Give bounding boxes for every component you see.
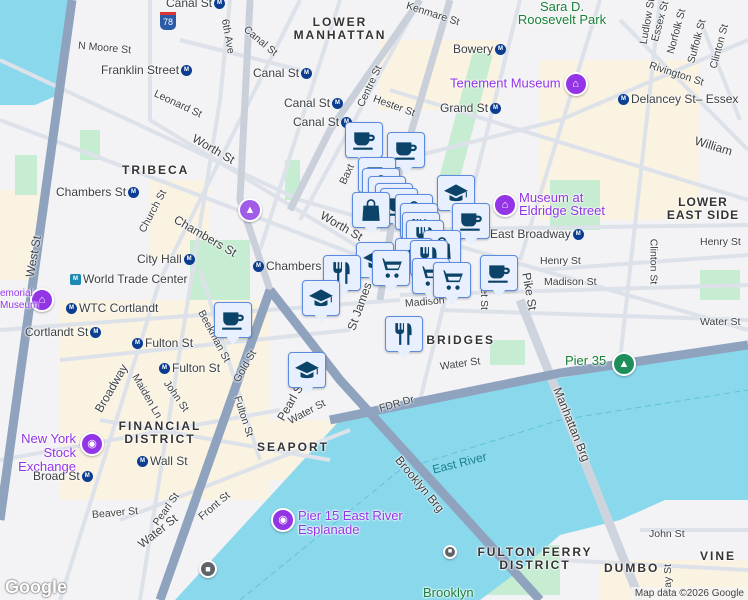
street-label: Water St [700,316,741,328]
subway-icon[interactable]: M [90,327,102,339]
subway-icon[interactable]: M [332,98,344,110]
subway-icon[interactable]: M [214,0,226,10]
district-label: DUMBO [604,561,660,575]
street-label: Madison St [544,276,597,288]
street-label: Canal St M [166,0,227,10]
google-logo: Google [5,577,67,597]
station-label: M World Trade Center [68,273,188,286]
map-marker-shopping-cart[interactable] [372,250,410,293]
district-label: FULTON FERRY DISTRICT [477,545,593,572]
poi-label[interactable]: Tenement Museum ⌂ [450,72,588,96]
station-label: Canal StM [284,97,345,110]
ferry-icon[interactable]: ■ [199,560,217,578]
poi-camera-icon[interactable]: ◉ [80,432,104,456]
district-label: LOWER MANHATTAN [293,15,387,42]
coffee-cup-icon [393,137,419,163]
subway-icon[interactable]: M [495,44,507,56]
map-attribution[interactable]: Map data ©2026 Google [630,587,748,600]
map-marker-graduation-cap[interactable] [302,280,340,323]
shopping-bag-icon [358,197,384,223]
map-marker-cutlery[interactable] [385,316,423,359]
coffee-cup-icon [220,307,246,333]
street-label: Clinton St [647,238,660,285]
map-marker-shopping-bag[interactable] [352,192,390,235]
map-marker-coffee-cup[interactable] [345,122,383,165]
coffee-cup-icon [351,127,377,153]
street-label: Henry St [540,255,581,267]
subway-icon[interactable]: M [128,187,140,199]
graduation-cap-icon [294,357,320,383]
district-label: LOWER EAST SIDE [666,195,740,222]
street-label: John St [649,528,685,540]
subway-icon[interactable]: M [137,456,148,468]
subway-icon[interactable]: M [253,261,264,273]
coffee-cup-icon [486,260,512,286]
subway-icon[interactable]: M [159,363,170,375]
poi-label[interactable]: New York Stock Exchange [0,432,76,474]
district-label: VINE [700,549,737,563]
map-marker-coffee-cup[interactable] [214,302,252,345]
station-label: City Hall M [137,253,197,266]
station-label: Grand St M [440,102,503,115]
station-label: M Fulton St [130,337,193,350]
street-label: Henry St [700,236,741,248]
museum-icon[interactable]: ⌂ [493,193,517,217]
interstate-shield: 78 [160,12,177,30]
subway-icon[interactable]: M [181,65,193,77]
coffee-cup-icon [458,208,484,234]
monument-icon[interactable]: ▲ [238,198,262,222]
station-label: M Wall St [135,455,188,468]
shopping-cart-icon [378,255,404,281]
subway-icon[interactable]: M [301,68,313,80]
park-label: Brooklyn [423,585,474,600]
map-marker-graduation-cap[interactable] [288,352,326,395]
poi-camera-icon[interactable]: ◉ [271,508,295,532]
subway-icon[interactable]: M [618,94,629,106]
station-label: M Fulton St [157,362,220,375]
park-label: Sara D. Roosevelt Park [517,0,607,27]
map-marker-shopping-cart[interactable] [433,262,471,305]
graduation-cap-icon [308,285,334,311]
station-label: East Broadway M [490,228,586,241]
subway-icon[interactable]: M [81,471,93,483]
subway-icon[interactable]: M [66,303,77,315]
poi-label[interactable]: emorial Museum [0,288,38,312]
district-label: TRIBECA [122,163,190,177]
park-label[interactable]: Pier 35 [565,354,606,367]
district-label: SEAPORT [257,440,330,454]
subway-icon[interactable]: M [183,254,195,266]
station-label: Broad St M [33,470,95,483]
station-label: M WTC Cortlandt [64,302,158,315]
station-label: Canal StM [253,67,314,80]
subway-icon[interactable]: M [132,338,143,350]
map-marker-coffee-cup[interactable] [480,255,518,298]
district-label: FINANCIAL DISTRICT [118,419,202,446]
subway-icon[interactable]: M [490,103,502,115]
station-label: Chambers St M [56,186,141,199]
path-icon[interactable]: M [70,274,81,286]
museum-icon[interactable]: ⌂ [563,72,588,96]
station-label: M Delancey St– Essex [616,93,738,106]
station-label: Franklin Street M [101,64,194,77]
station-label: Bowery M [453,43,508,56]
subway-icon[interactable]: M [572,229,584,241]
station-label: Cortlandt St M [25,326,103,339]
ferry-icon[interactable]: ■ [443,545,457,559]
park-tree-icon[interactable]: ▲ [612,352,636,376]
poi-label[interactable]: Pier 15 East River Esplanade [298,509,408,537]
cutlery-icon [391,321,417,347]
poi-label[interactable]: Museum at Eldridge Street [519,191,619,217]
shopping-cart-icon [439,267,465,293]
